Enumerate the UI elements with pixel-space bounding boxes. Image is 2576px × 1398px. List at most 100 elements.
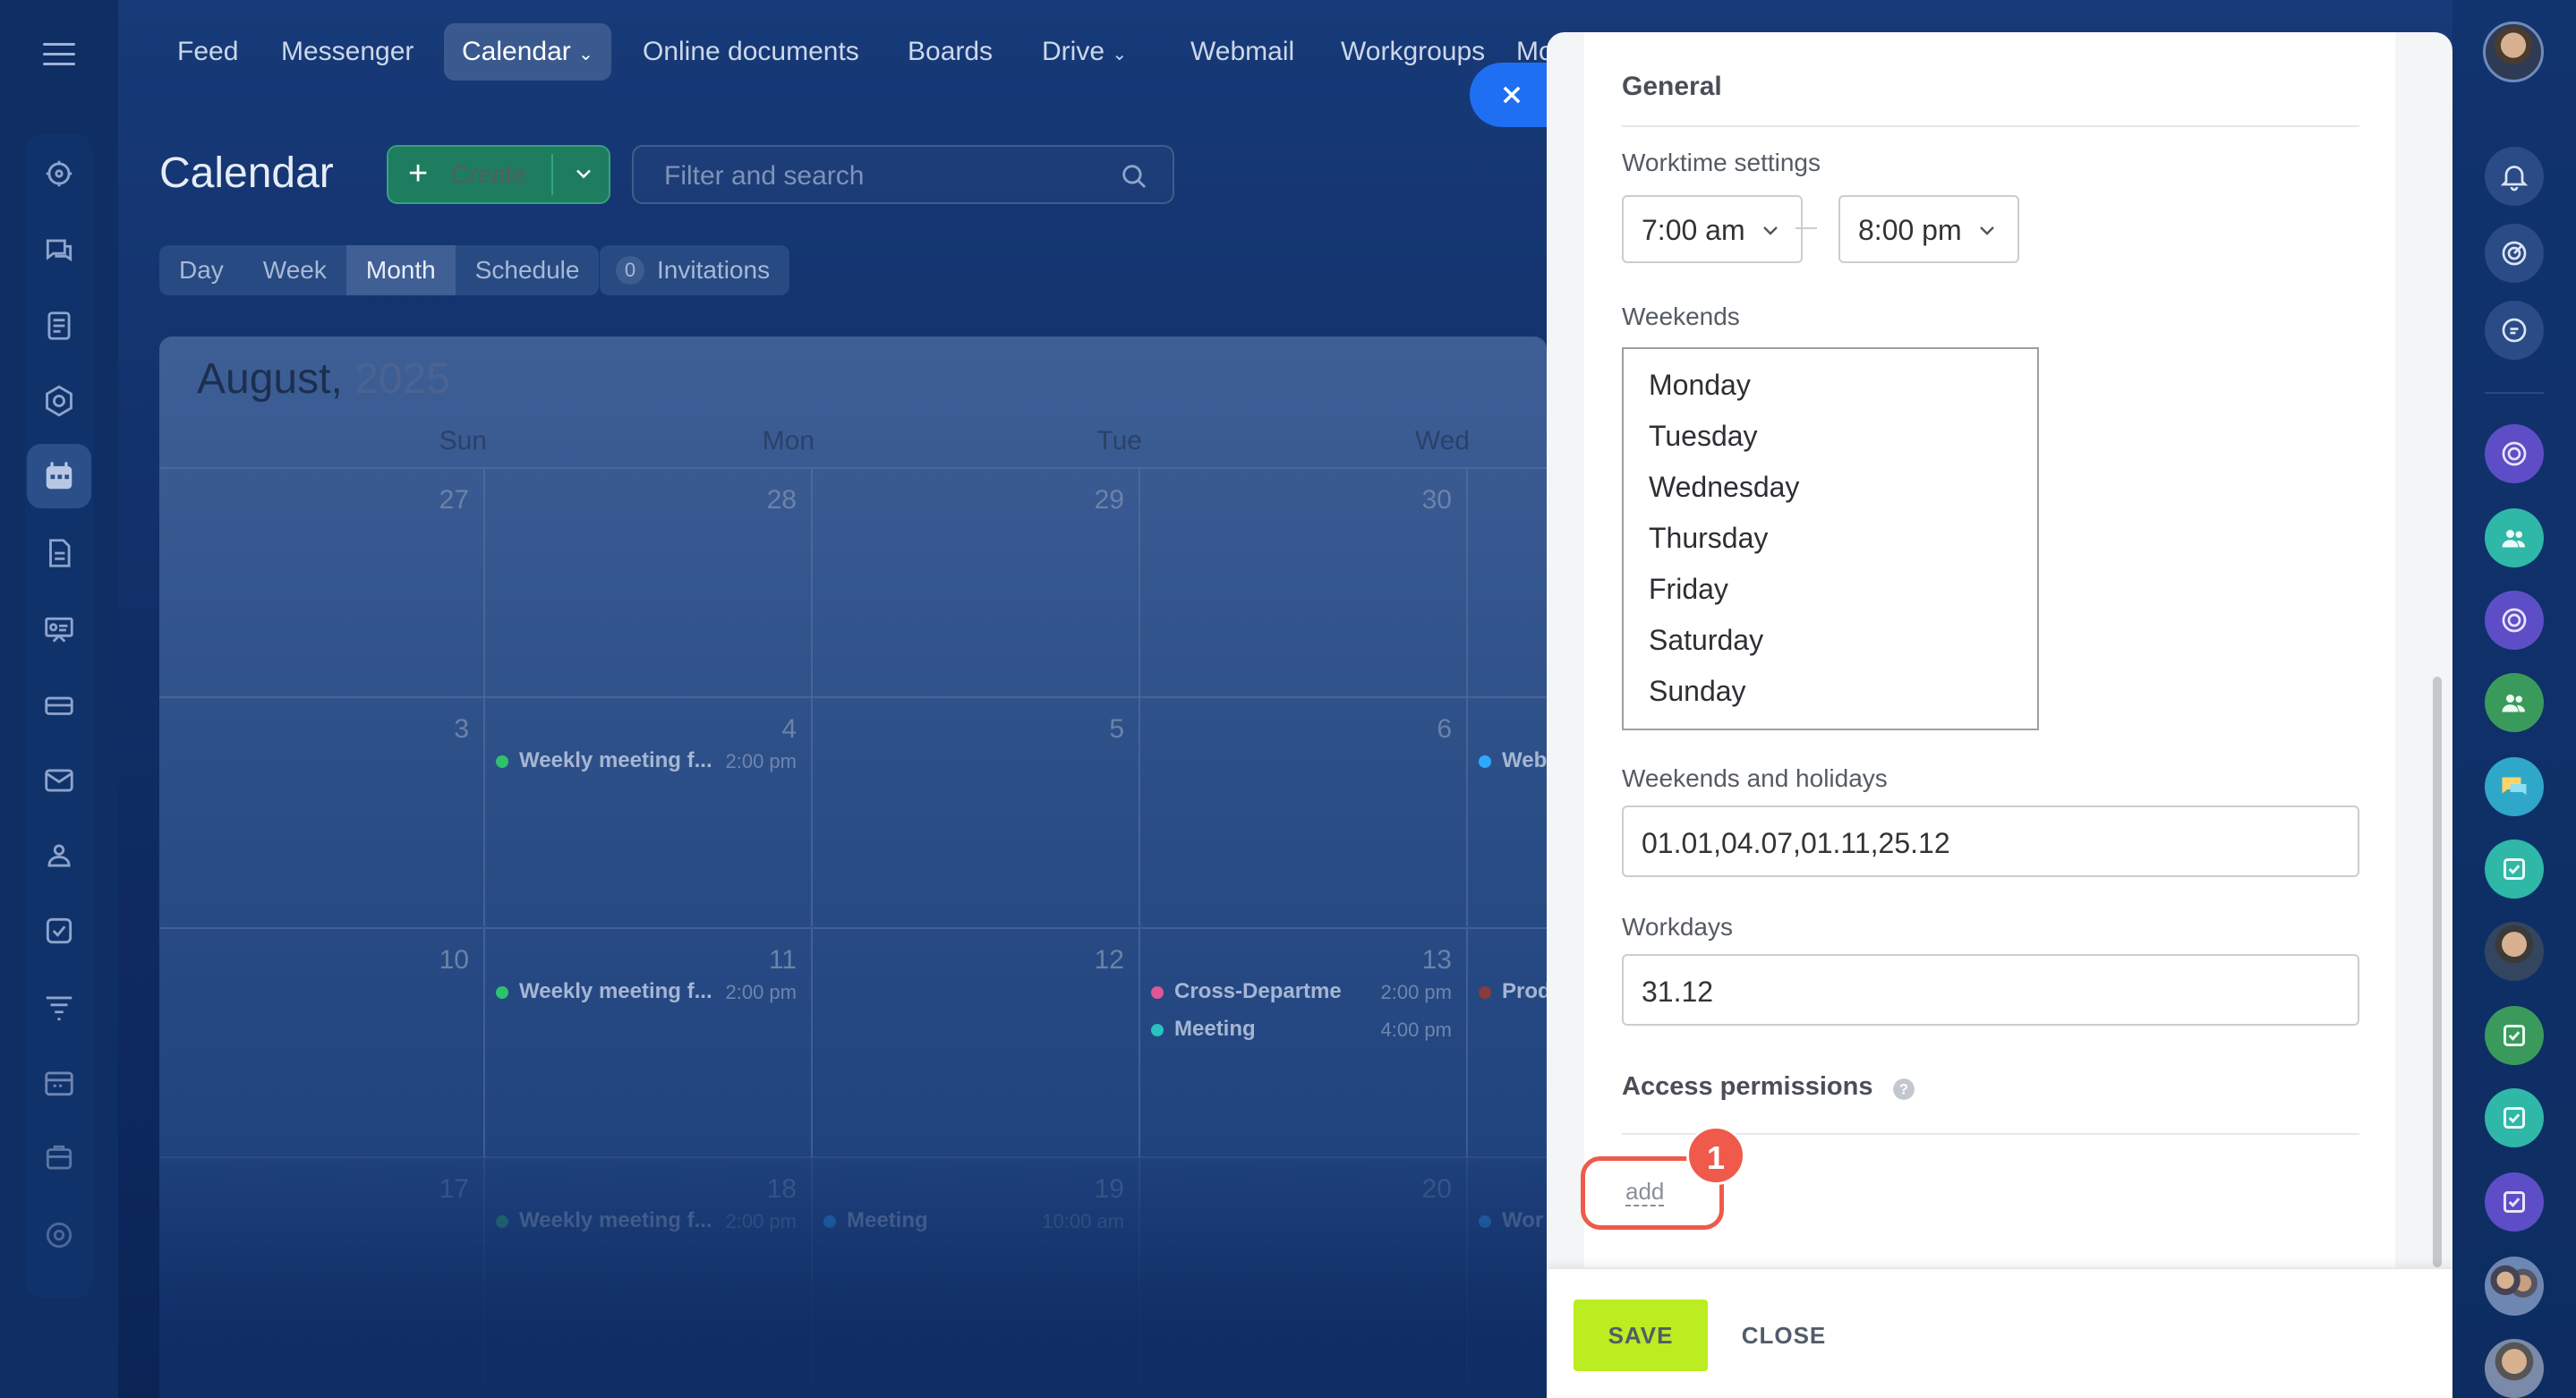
chat-item-4[interactable] <box>2485 673 2544 732</box>
event-color-dot <box>1151 1023 1164 1036</box>
nav-item-messenger[interactable]: Messenger <box>263 23 431 81</box>
calendar-event[interactable]: Weekly meeting f... 2:00 pm <box>496 979 797 1010</box>
weekends-multiselect[interactable]: Monday Tuesday Wednesday Thursday Friday Satu… <box>1622 347 2039 730</box>
calendar-event[interactable]: Web <box>1479 748 1547 779</box>
tab-week[interactable]: Week <box>243 245 346 295</box>
worktime-end-select[interactable]: 8:00 pm <box>1838 195 2019 263</box>
day-cell[interactable]: 5 <box>815 698 1140 926</box>
chat-item-9[interactable] <box>2485 1172 2544 1232</box>
workdays-input[interactable]: 31.12 <box>1622 954 2359 1026</box>
sidebar-item-settings[interactable] <box>27 1203 91 1267</box>
scrollbar[interactable] <box>2433 677 2442 1267</box>
chat-item-5[interactable] <box>2485 757 2544 816</box>
calendar-event[interactable]: Meeting 4:00 pm <box>1151 1017 1452 1047</box>
sidebar-item-chats[interactable] <box>27 218 91 283</box>
nav-item-online-documents[interactable]: Online documents <box>625 23 877 81</box>
nav-item-workgroups[interactable]: Workgroups <box>1323 23 1503 81</box>
sidebar-item-groups[interactable] <box>27 823 91 888</box>
step-badge: 1 <box>1686 1126 1745 1185</box>
search-icon[interactable] <box>1119 161 1149 192</box>
tab-month[interactable]: Month <box>345 245 456 295</box>
day-cell[interactable] <box>1470 469 1547 697</box>
store-icon <box>46 1145 73 1170</box>
sidebar-item-news[interactable] <box>27 294 91 358</box>
week-row: 27 28 29 30 <box>159 467 1547 697</box>
sidebar-item-hexagon[interactable] <box>27 369 91 433</box>
copilot-button[interactable] <box>2485 224 2544 283</box>
day-cell[interactable]: 29 <box>815 469 1140 697</box>
nav-item-drive[interactable]: Drive ⌄ <box>1024 23 1145 81</box>
day-cell[interactable]: 13 Cross-Departme 2:00 pm Meeting 4:00 pm <box>1142 929 1468 1157</box>
sidebar-item-documents[interactable] <box>27 521 91 585</box>
save-button[interactable]: SAVE <box>1574 1300 1708 1371</box>
weekend-option[interactable]: Monday <box>1649 369 1751 402</box>
sidebar-item-tasks[interactable] <box>27 899 91 963</box>
day-cell[interactable]: 10 <box>159 929 485 1157</box>
chat-item-1[interactable] <box>2485 424 2544 483</box>
create-button[interactable]: + Create <box>387 145 610 204</box>
calendar-event[interactable]: Weekly meeting f... 2:00 pm <box>496 748 797 779</box>
invitations-button[interactable]: 0 Invitations <box>600 245 790 295</box>
schedule-icon <box>45 1071 73 1096</box>
chat-item-3[interactable] <box>2485 591 2544 650</box>
day-cell[interactable]: 11 Weekly meeting f... 2:00 pm <box>487 929 813 1157</box>
weekend-option[interactable]: Tuesday <box>1649 420 1758 453</box>
sidebar-item-drive[interactable] <box>27 673 91 737</box>
chat-item-7[interactable] <box>2485 1006 2544 1065</box>
top-navigation: Feed Messenger Calendar ⌄ Online documen… <box>118 0 1554 106</box>
day-cell[interactable]: 12 <box>815 929 1140 1157</box>
event-time: 2:00 pm <box>1380 981 1453 1003</box>
nav-item-boards[interactable]: Boards <box>890 23 1011 81</box>
tab-schedule[interactable]: Schedule <box>456 245 600 295</box>
nav-item-webmail[interactable]: Webmail <box>1173 23 1312 81</box>
users-icon <box>2502 695 2525 712</box>
sidebar-item-calendar[interactable] <box>27 444 91 508</box>
chevron-down-icon[interactable] <box>571 161 596 186</box>
day-cell[interactable]: 28 <box>487 469 813 697</box>
chat-item-8[interactable] <box>2485 1088 2544 1147</box>
sidebar-item-schedule[interactable] <box>27 1051 91 1115</box>
chat-user-avatar-2[interactable] <box>2485 1339 2544 1398</box>
day-cell[interactable]: Web <box>1470 698 1547 926</box>
help-icon[interactable]: ? <box>1892 1078 1915 1101</box>
search-chat-button[interactable] <box>2485 301 2544 360</box>
menu-icon[interactable] <box>43 43 75 65</box>
close-button[interactable]: CLOSE <box>1726 1300 1842 1371</box>
divider <box>1622 125 2359 127</box>
left-sidebar <box>0 0 118 1398</box>
target-icon <box>2502 608 2527 633</box>
weekend-option[interactable]: Sunday <box>1649 675 1746 708</box>
weekend-option[interactable]: Thursday <box>1649 522 1768 555</box>
weekend-option[interactable]: Friday <box>1649 573 1728 606</box>
worktime-start-select[interactable]: 7:00 am <box>1622 195 1803 263</box>
chat-user-avatar[interactable] <box>2485 922 2544 981</box>
calendar-icon <box>46 462 73 490</box>
sidebar-item-mail[interactable] <box>27 748 91 813</box>
sidebar-item-funnel[interactable] <box>27 976 91 1040</box>
weekend-option[interactable]: Saturday <box>1649 624 1763 657</box>
avatar[interactable] <box>2483 21 2544 82</box>
sidebar-item-store[interactable] <box>27 1126 91 1190</box>
chat-item-2[interactable] <box>2485 508 2544 567</box>
day-cell[interactable]: 3 <box>159 698 485 926</box>
add-permission-link[interactable]: add <box>1625 1178 1665 1206</box>
group-avatar[interactable] <box>2485 1257 2544 1316</box>
slider-close-button[interactable] <box>1470 63 1550 127</box>
notifications-button[interactable] <box>2485 147 2544 206</box>
chat-item-6[interactable] <box>2485 840 2544 899</box>
day-cell[interactable]: 6 <box>1142 698 1468 926</box>
day-cell[interactable]: Prod <box>1470 929 1547 1157</box>
calendar-event[interactable]: Cross-Departme 2:00 pm <box>1151 979 1452 1010</box>
sidebar-item-feed[interactable] <box>27 141 91 206</box>
day-cell[interactable]: 30 <box>1142 469 1468 697</box>
day-cell[interactable]: 4 Weekly meeting f... 2:00 pm <box>487 698 813 926</box>
search-input[interactable]: Filter and search <box>632 145 1174 204</box>
nav-item-feed[interactable]: Feed <box>159 23 256 81</box>
tab-day[interactable]: Day <box>159 245 243 295</box>
weekend-option[interactable]: Wednesday <box>1649 471 1799 504</box>
holidays-input[interactable]: 01.01,04.07,01.11,25.12 <box>1622 806 2359 877</box>
day-cell[interactable]: 27 <box>159 469 485 697</box>
sidebar-item-boards[interactable] <box>27 598 91 662</box>
nav-item-calendar[interactable]: Calendar ⌄ <box>444 23 611 81</box>
calendar-event[interactable]: Prod <box>1479 979 1547 1010</box>
